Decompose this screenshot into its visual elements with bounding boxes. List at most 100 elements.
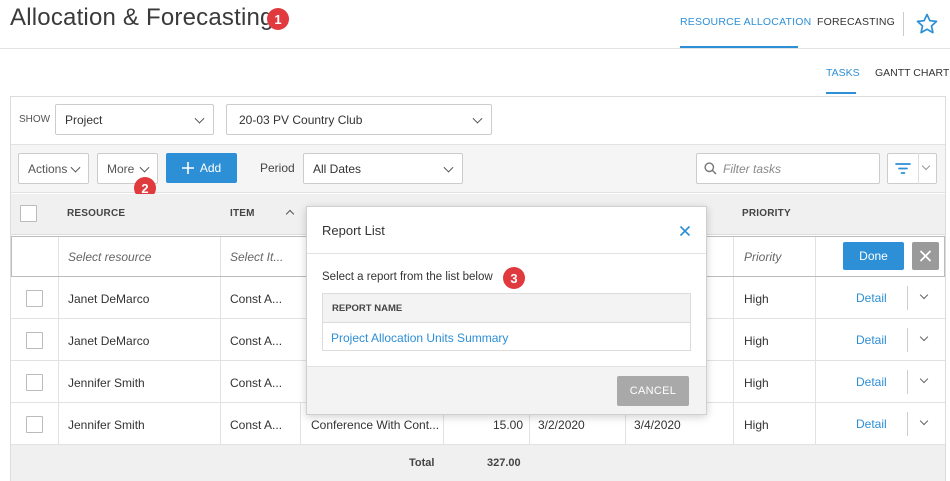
col-divider bbox=[815, 237, 816, 276]
project-select-value: 20-03 PV Country Club bbox=[239, 112, 363, 127]
col-divider bbox=[815, 277, 816, 318]
row-resource: Janet DeMarco bbox=[68, 292, 150, 306]
table-footer bbox=[11, 445, 945, 481]
filter-tasks-input[interactable]: Filter tasks bbox=[696, 153, 880, 184]
show-label: SHOW bbox=[19, 114, 51, 125]
col-divider bbox=[58, 319, 59, 360]
detail-divider bbox=[907, 412, 908, 436]
item-input[interactable]: Select It... bbox=[230, 250, 283, 264]
row-checkbox[interactable] bbox=[26, 332, 43, 349]
detail-divider bbox=[907, 286, 908, 310]
row-detail-link[interactable]: Detail bbox=[856, 291, 887, 305]
dialog-instruction: Select a report from the list below bbox=[322, 271, 493, 283]
row-item: Const A... bbox=[230, 334, 283, 348]
project-select[interactable]: 20-03 PV Country Club bbox=[226, 104, 492, 135]
favorite-star-icon[interactable] bbox=[915, 12, 939, 36]
more-label: More bbox=[107, 161, 135, 176]
col-divider bbox=[733, 361, 734, 402]
close-icon bbox=[919, 250, 932, 262]
header-divider bbox=[0, 48, 950, 49]
row-checkbox[interactable] bbox=[26, 290, 43, 307]
row-item: Const A... bbox=[230, 376, 283, 390]
page-title: Allocation & Forecasting bbox=[10, 4, 274, 31]
col-divider bbox=[220, 319, 221, 360]
subtab-active-indicator bbox=[826, 92, 856, 94]
tab-gantt-chart[interactable]: GANTT CHART bbox=[875, 67, 949, 79]
period-select[interactable]: All Dates bbox=[303, 153, 463, 184]
chevron-down-icon bbox=[139, 162, 150, 173]
row-detail-link[interactable]: Detail bbox=[856, 333, 887, 347]
select-all-checkbox[interactable] bbox=[20, 205, 37, 222]
row-end-date: 3/4/2020 bbox=[634, 418, 681, 432]
col-divider bbox=[815, 403, 816, 444]
cancel-button[interactable]: CANCEL bbox=[617, 376, 689, 406]
priority-input[interactable]: Priority bbox=[744, 250, 781, 264]
tab-resource-allocation[interactable]: RESOURCE ALLOCATION bbox=[680, 16, 811, 28]
chevron-down-icon bbox=[70, 162, 81, 173]
cancel-edit-button[interactable] bbox=[912, 242, 939, 270]
search-icon bbox=[704, 162, 717, 175]
step-badge-3: 3 bbox=[503, 267, 525, 289]
row-resource: Jennifer Smith bbox=[68, 418, 145, 432]
col-divider bbox=[58, 361, 59, 402]
row-detail-link[interactable]: Detail bbox=[856, 375, 887, 389]
actions-label: Actions bbox=[28, 161, 68, 176]
col-divider bbox=[220, 361, 221, 402]
plus-icon bbox=[181, 162, 194, 174]
row-priority: High bbox=[744, 418, 769, 432]
row-start-date: 3/2/2020 bbox=[538, 418, 585, 432]
detail-divider bbox=[907, 370, 908, 394]
period-label: Period bbox=[260, 161, 295, 175]
col-divider bbox=[220, 237, 221, 276]
chevron-down-icon bbox=[472, 113, 483, 124]
row-priority: High bbox=[744, 334, 769, 348]
col-divider bbox=[220, 403, 221, 444]
filter-tasks-placeholder: Filter tasks bbox=[723, 161, 782, 176]
row-detail-link[interactable]: Detail bbox=[856, 417, 887, 431]
row-priority: High bbox=[744, 292, 769, 306]
col-divider bbox=[733, 319, 734, 360]
period-select-value: All Dates bbox=[313, 161, 362, 176]
done-button[interactable]: Done bbox=[843, 242, 904, 270]
row-checkbox[interactable] bbox=[26, 416, 43, 433]
column-report-name: REPORT NAME bbox=[332, 303, 403, 314]
row-priority: High bbox=[744, 376, 769, 390]
column-item[interactable]: ITEM bbox=[230, 208, 255, 219]
col-divider bbox=[58, 403, 59, 444]
col-divider bbox=[220, 277, 221, 318]
resource-input[interactable]: Select resource bbox=[68, 250, 151, 264]
add-button[interactable]: Add bbox=[166, 153, 237, 183]
total-value: 327.00 bbox=[487, 457, 521, 469]
show-select-value: Project bbox=[65, 112, 103, 127]
dialog-title: Report List bbox=[322, 223, 385, 238]
show-select[interactable]: Project bbox=[55, 104, 214, 135]
col-divider bbox=[815, 319, 816, 360]
tab-forecasting[interactable]: FORECASTING bbox=[817, 16, 895, 28]
row-checkbox[interactable] bbox=[26, 374, 43, 391]
row-resource: Jennifer Smith bbox=[68, 376, 145, 390]
chevron-down-icon bbox=[443, 162, 454, 173]
row-item: Const A... bbox=[230, 418, 283, 432]
filter-icon bbox=[895, 163, 911, 174]
column-priority[interactable]: PRIORITY bbox=[742, 208, 791, 219]
col-divider bbox=[58, 237, 59, 276]
column-resource[interactable]: RESOURCE bbox=[67, 208, 125, 219]
col-divider bbox=[58, 277, 59, 318]
row-description: Conference With Cont... bbox=[311, 418, 440, 432]
detail-divider bbox=[907, 328, 908, 352]
col-divider bbox=[300, 403, 301, 444]
row-resource: Janet DeMarco bbox=[68, 334, 150, 348]
tab-tasks[interactable]: TASKS bbox=[826, 67, 860, 79]
add-label: Add bbox=[199, 161, 222, 175]
col-divider bbox=[733, 237, 734, 276]
nav-divider bbox=[903, 12, 904, 36]
actions-button[interactable]: Actions bbox=[18, 153, 89, 184]
row-item: Const A... bbox=[230, 292, 283, 306]
col-divider bbox=[815, 361, 816, 402]
report-item-project-allocation-units-summary[interactable]: Project Allocation Units Summary bbox=[331, 331, 508, 345]
col-divider bbox=[733, 277, 734, 318]
col-divider bbox=[733, 403, 734, 444]
step-badge-1: 1 bbox=[267, 8, 289, 30]
chevron-down-icon bbox=[194, 113, 205, 124]
close-icon[interactable] bbox=[679, 225, 691, 237]
